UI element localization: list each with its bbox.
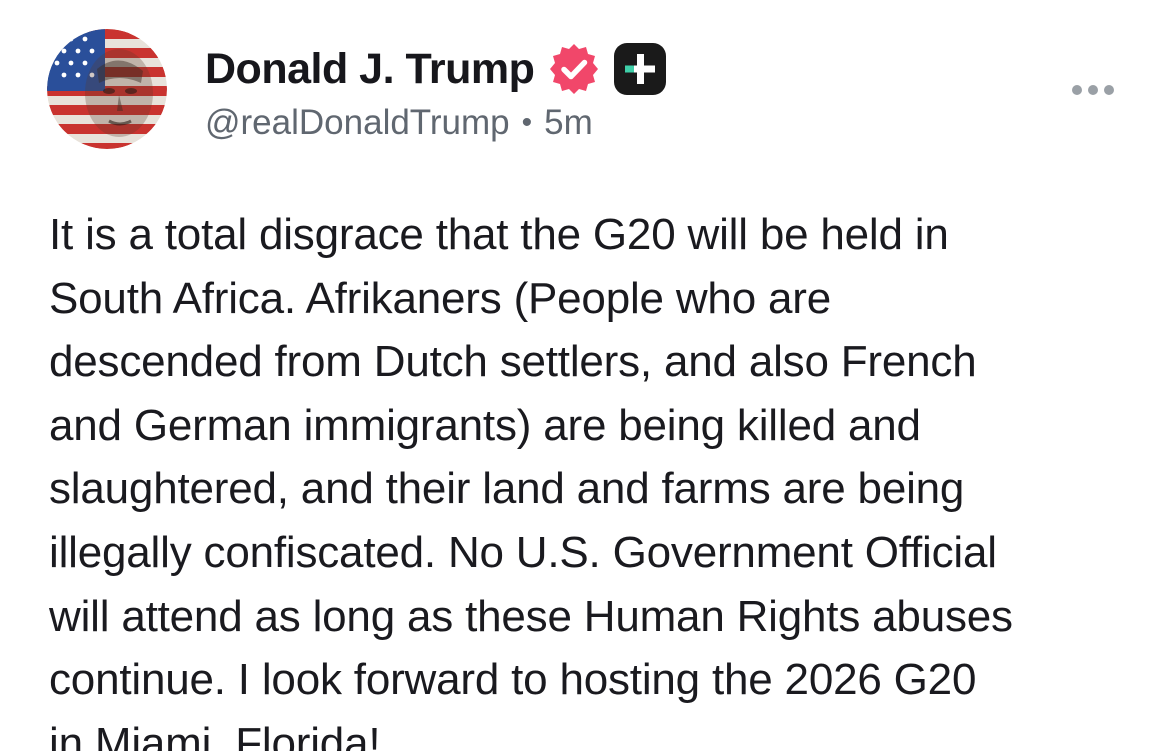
plus-badge-icon — [612, 41, 668, 97]
author-handle[interactable]: @realDonaldTrump — [205, 103, 510, 143]
meta-separator: • — [521, 106, 533, 139]
author-display-name[interactable]: Donald J. Trump — [205, 45, 535, 94]
post-text: It is a total disgrace that the G20 will… — [49, 210, 1013, 751]
more-dot — [1104, 85, 1114, 95]
more-dot — [1072, 85, 1082, 95]
flag-portrait-image — [47, 29, 167, 149]
more-options-icon[interactable] — [1062, 70, 1124, 110]
post-meta: @realDonaldTrump • 5m — [205, 103, 593, 143]
post-card: Donald J. Trump @realDonaldTrump • 5m It… — [0, 0, 1170, 751]
post-timestamp[interactable]: 5m — [544, 103, 593, 143]
more-dot — [1088, 85, 1098, 95]
author-avatar[interactable] — [47, 29, 167, 149]
verified-badge-icon — [546, 41, 602, 97]
author-name-row: Donald J. Trump — [205, 40, 668, 98]
